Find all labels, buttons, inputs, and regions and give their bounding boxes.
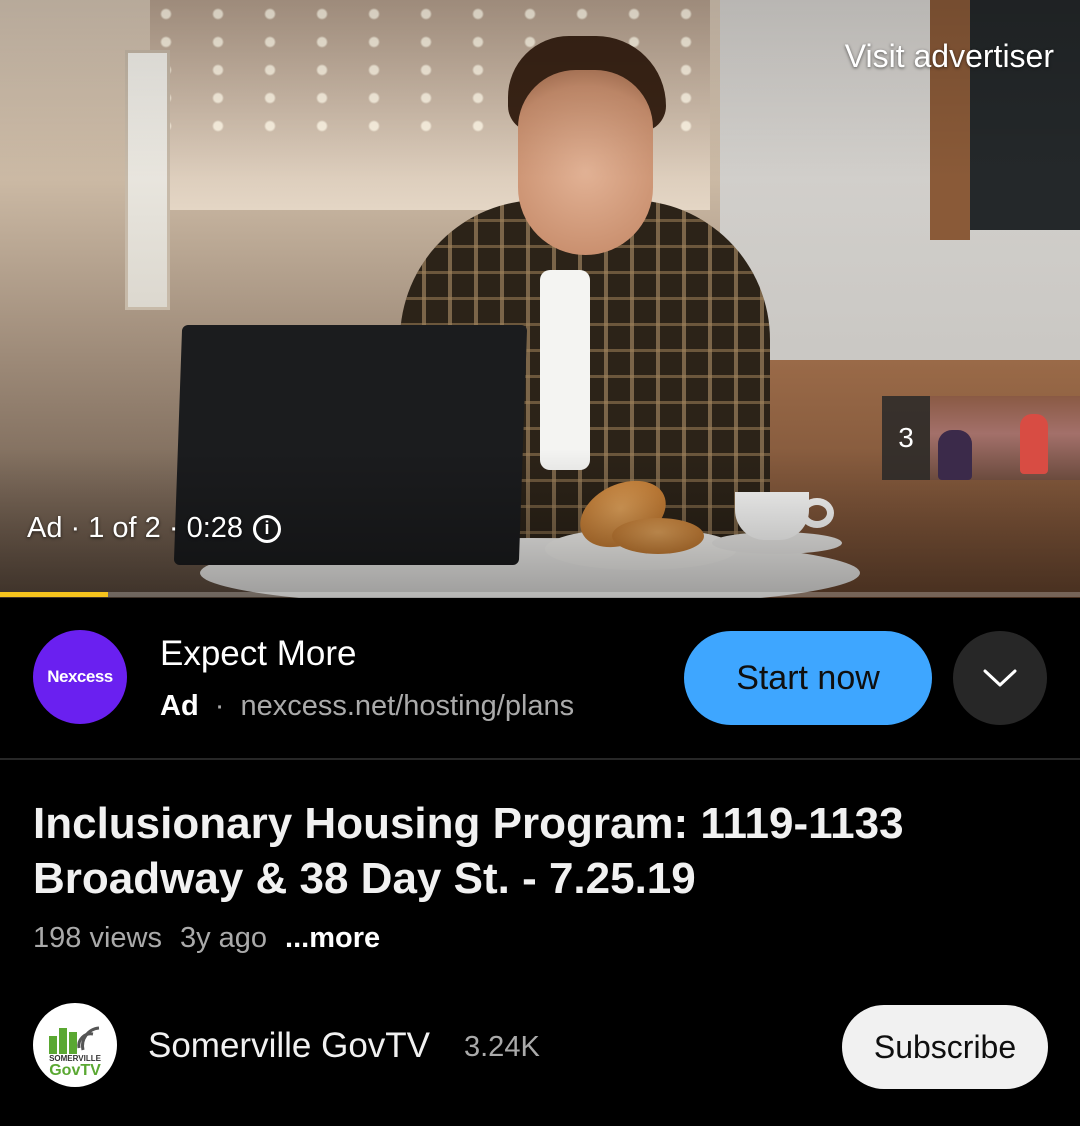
avatar-bottom-text: GovTV <box>49 1062 101 1079</box>
channel-avatar[interactable]: SOMERVILLE GovTV <box>33 1003 117 1087</box>
view-count: 198 views <box>33 922 162 954</box>
advertiser-logo[interactable]: Nexcess <box>33 630 127 724</box>
up-next-count: 3 <box>882 396 930 480</box>
ad-url: nexcess.net/hosting/plans <box>240 690 575 722</box>
start-now-button[interactable]: Start now <box>684 631 932 725</box>
more-link[interactable]: ...more <box>285 922 380 955</box>
ad-progress-fill <box>0 592 108 597</box>
video-title[interactable]: Inclusionary Housing Program: 1119-1133 … <box>33 796 1043 906</box>
up-next-thumbnail[interactable]: 3 <box>882 396 1080 480</box>
ad-badge: Ad <box>160 690 199 722</box>
info-icon[interactable]: i <box>253 514 282 543</box>
ad-status: Ad · 1 of 2 · 0:28 i <box>27 512 282 545</box>
upload-age: 3y ago <box>179 922 268 954</box>
broadcast-icon <box>49 1026 100 1054</box>
ad-title[interactable]: Expect More <box>160 634 356 674</box>
divider <box>0 758 1080 760</box>
visit-advertiser-link[interactable]: Visit advertiser <box>845 38 1054 75</box>
chevron-down-icon <box>983 669 1017 687</box>
player-overlay <box>0 0 1080 598</box>
channel-name[interactable]: Somerville GovTV <box>148 1026 430 1066</box>
video-meta[interactable]: 198 views 3y ago ...more <box>33 922 380 955</box>
ad-progress-bar <box>0 592 1080 597</box>
subscribe-button[interactable]: Subscribe <box>842 1005 1048 1089</box>
ad-separator: · <box>214 690 225 722</box>
expand-ad-button[interactable] <box>953 631 1047 725</box>
subscriber-count: 3.24K <box>464 1031 540 1063</box>
ad-subline: Ad · nexcess.net/hosting/plans <box>160 690 574 723</box>
video-player[interactable]: Visit advertiser Ad · 1 of 2 · 0:28 i 3 <box>0 0 1080 598</box>
up-next-image <box>930 396 1080 480</box>
ad-status-text: Ad · 1 of 2 · 0:28 <box>27 512 244 544</box>
